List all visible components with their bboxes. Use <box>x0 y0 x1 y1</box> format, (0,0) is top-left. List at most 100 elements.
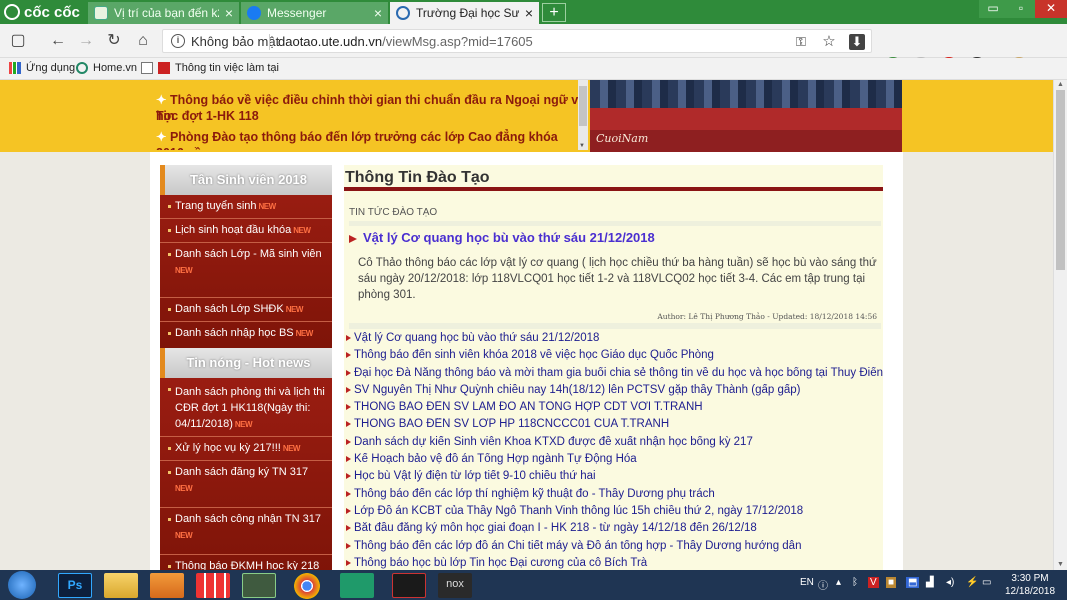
file-explorer-icon[interactable] <box>104 573 138 598</box>
scroll-down-arrow[interactable]: ▼ <box>579 143 585 149</box>
ticker-item-cont[interactable]: học đợt 1-HK 118 <box>156 108 259 124</box>
new-badge-icon: NEW <box>175 266 193 275</box>
taskbar-clock[interactable]: 3:30 PM 12/18/2018 <box>1000 572 1060 598</box>
news-link[interactable]: Đại học Đà Nẵng thông báo và mời tham gi… <box>346 367 883 384</box>
scroll-thumb[interactable] <box>579 86 587 126</box>
coccoc-logo[interactable]: cốc cốc <box>0 0 90 24</box>
news-link[interactable]: THÔNG BÁO ĐẾN SV LỚP HP 118CNCCC01 CỦA T… <box>346 418 883 435</box>
tab-google-maps[interactable]: Vị trí của bạn đến k2 × <box>88 2 240 24</box>
news-text: Thông báo đến các lớp thí nghiệm kỹ thuậ… <box>354 487 715 500</box>
nox-icon[interactable]: nox <box>438 573 472 598</box>
sidebar-hot-news: Tin nóng - Hot news Danh sách phòng thi … <box>160 348 332 570</box>
new-badge-icon: NEW <box>175 531 193 540</box>
news-link[interactable]: Kế Hoạch bảo vệ đồ án Tổng Hợp ngành Tự … <box>346 453 883 470</box>
tab-messenger[interactable]: Messenger × <box>241 2 389 24</box>
ticker-item[interactable]: ✦ Phòng Đào tạo thông báo đến lớp trưởng… <box>156 129 588 150</box>
home-button[interactable]: ⌂ <box>133 31 153 51</box>
bookmark-page[interactable] <box>141 62 158 74</box>
download-page-icon[interactable]: ⬇ <box>849 34 865 50</box>
display-icon[interactable]: ▭ <box>982 577 991 588</box>
bullet-arrow-icon <box>346 507 351 514</box>
globe-icon <box>396 6 410 20</box>
sidebar-item[interactable]: Thông báo ĐKMH học kỳ 218NEW <box>160 555 332 570</box>
star-icon[interactable]: ☆ <box>821 34 837 50</box>
bullet-arrow-icon <box>346 386 351 393</box>
sidebar-item[interactable]: Xử lý học vụ kỳ 217!!! NEW <box>160 437 332 461</box>
power-icon[interactable]: ⚡ <box>966 577 978 588</box>
sidebar-toggle-icon[interactable]: ▢ <box>8 31 28 51</box>
news-link[interactable]: Thông báo đến các lớp thí nghiệm kỹ thuậ… <box>346 488 883 505</box>
news-link[interactable]: Thông báo đến sinh viên khóa 2018 về việ… <box>346 349 883 366</box>
minimize-button[interactable]: ▭ <box>979 0 1007 18</box>
sidebar-item[interactable]: Danh sách nhập học BS NEW <box>160 322 332 350</box>
tray-expand-icon[interactable]: ▴ <box>836 577 841 588</box>
shield-icon[interactable]: ⬒ <box>906 577 920 588</box>
restore-button[interactable]: ▫ <box>1007 0 1035 18</box>
news-link[interactable]: Thông báo đến các lớp đồ án Chi tiết máy… <box>346 540 883 557</box>
bookmark-apps[interactable]: Ứng dụng <box>9 62 75 74</box>
media-player-icon[interactable] <box>150 573 184 598</box>
close-tab-icon[interactable]: × <box>525 5 533 21</box>
start-orb-icon[interactable] <box>8 571 36 599</box>
close-window-button[interactable]: ✕ <box>1035 0 1067 18</box>
antivirus-icon[interactable]: V <box>868 577 879 588</box>
scroll-down-arrow[interactable]: ▼ <box>1057 561 1064 568</box>
tab-ute[interactable]: Trường Đại học Sư ph × <box>390 2 540 24</box>
sidebar-item[interactable]: Danh sách Lớp - Mã sinh viên NEW <box>160 243 332 298</box>
news-link[interactable]: SV Nguyễn Thị Như Quỳnh chiều nay 14h(18… <box>346 384 883 401</box>
scroll-thumb[interactable] <box>1056 90 1065 270</box>
info-icon[interactable]: i <box>171 34 185 48</box>
page-title: Thông Tin Đào Tạo <box>344 165 883 191</box>
bluetooth-icon[interactable]: ᛒ <box>852 577 858 588</box>
bookmark-homevn[interactable]: Home.vn <box>76 62 137 74</box>
network-signal-icon[interactable]: ▟ <box>926 577 934 588</box>
new-badge-icon: NEW <box>234 420 253 429</box>
web-page: ✦ Thông báo về việc điều chỉnh thời gian… <box>0 80 1053 570</box>
divider <box>349 323 881 329</box>
news-link[interactable]: Bắt đầu đăng ký môn học giai đoạn I - HK… <box>346 522 883 539</box>
photoshop-icon[interactable]: Ps <box>58 573 92 598</box>
bookmark-vieclam[interactable]: Thông tin việc làm tại <box>158 62 279 74</box>
ticker-scrollbar[interactable]: ▼ <box>578 80 588 150</box>
sidebar-item[interactable]: Lịch sinh hoạt đầu khóa NEW <box>160 219 332 243</box>
scroll-up-arrow[interactable]: ▲ <box>1057 81 1064 88</box>
reload-button[interactable]: ↻ <box>104 31 124 51</box>
omnibox[interactable]: i Không bảo mật daotao.ute.udn.vn/viewMs… <box>162 29 872 53</box>
help-icon[interactable]: ⓘ <box>818 577 828 592</box>
chrome-icon[interactable] <box>294 573 320 599</box>
app-tray-icon[interactable]: ■ <box>886 577 897 588</box>
forward-button[interactable]: → <box>76 31 96 51</box>
page-scrollbar[interactable]: ▲ ▼ <box>1053 80 1067 570</box>
back-button[interactable]: ← <box>48 31 68 51</box>
url-text[interactable]: daotao.ute.udn.vn/viewMsg.asp?mid=17605 <box>278 34 533 49</box>
sidebar-item[interactable]: Danh sách đăng ký TN 317 NEW <box>160 461 332 508</box>
key-icon[interactable]: ⚿ <box>793 34 809 50</box>
sidebar-item[interactable]: Danh sách Lớp SHĐK NEW <box>160 298 332 322</box>
news-link[interactable]: Vật lý Cơ quang học bù vào thứ sáu 21/12… <box>346 332 883 349</box>
news-text: THÔNG BÁO ĐẾN SV LỚP HP 118CNCCC01 CỦA T… <box>354 418 670 431</box>
sidebar-item[interactable]: Trang tuyển sinh NEW <box>160 195 332 219</box>
speaker-icon[interactable]: ◂) <box>946 577 954 588</box>
news-icon <box>158 62 170 74</box>
news-link[interactable]: Danh sách dự kiến Sinh viên Khoa KTXD đư… <box>346 436 883 453</box>
clock-date: 12/18/2018 <box>1004 586 1056 597</box>
news-link[interactable]: Học bù Vật lý điện từ lớp tiết 9-10 chiề… <box>346 470 883 487</box>
atlas-icon[interactable] <box>340 573 374 598</box>
photo-signature: CuoiNam <box>596 132 649 145</box>
language-indicator[interactable]: EN <box>800 577 814 588</box>
sidebar-item[interactable]: Danh sách phòng thi và lịch thi CĐR đợt … <box>160 378 332 437</box>
new-tab-button[interactable]: + <box>542 3 566 22</box>
bullet-arrow-icon <box>346 334 351 341</box>
sidebar-item-label: Xử lý học vụ kỳ 217!!! <box>175 442 281 454</box>
news-link[interactable]: Lớp Đồ án KCBT của Thầy Ngô Thanh Vinh t… <box>346 505 883 522</box>
garena-icon[interactable] <box>392 573 426 598</box>
news-link[interactable]: THÔNG BÁO ĐẾN SV LÀM ĐỒ ÁN TỔNG HỢP CDT … <box>346 401 883 418</box>
coccoc-icon[interactable] <box>242 573 276 598</box>
grid-app-icon[interactable] <box>196 573 230 598</box>
news-link[interactable]: Thông báo học bù lớp Tin học Đại cương c… <box>346 557 883 570</box>
sidebar-item[interactable]: Danh sách công nhận TN 317 NEW <box>160 508 332 555</box>
close-tab-icon[interactable]: × <box>374 5 382 21</box>
news-ticker: ✦ Thông báo về việc điều chỉnh thời gian… <box>150 80 588 150</box>
home-vn-icon <box>76 62 88 74</box>
close-tab-icon[interactable]: × <box>225 5 233 21</box>
